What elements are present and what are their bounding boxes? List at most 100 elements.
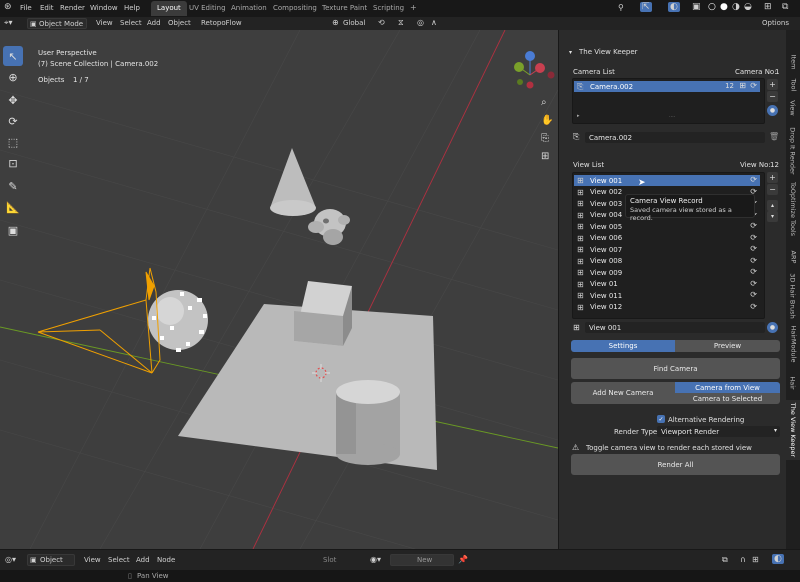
alt-rendering-checkbox[interactable]: ✓ (657, 415, 665, 423)
render-all-button[interactable]: Render All (571, 454, 780, 475)
node-menu-add[interactable]: Add (136, 556, 150, 564)
scene-icon[interactable]: ⊞ (764, 2, 772, 12)
view-list-item[interactable]: ⊞ View 01 ⟳ (574, 279, 760, 290)
blender-logo-icon[interactable]: ⊛ (4, 2, 12, 12)
shading-solid-icon[interactable]: ● (720, 2, 728, 12)
options-dropdown[interactable]: Options (762, 19, 789, 27)
move-tool-icon[interactable]: ✥ (3, 90, 23, 110)
view-move-up-icon[interactable]: ▴ (767, 200, 778, 211)
cursor-tool-icon[interactable]: ⊕ (3, 67, 23, 87)
cone-object[interactable] (270, 148, 316, 216)
tab-texture-paint[interactable]: Texture Paint (322, 4, 367, 12)
panel-collapse-icon[interactable]: ▾ (569, 49, 572, 56)
scale-tool-icon[interactable]: ⬚ (3, 132, 23, 152)
sidebar-tab[interactable]: 3D Hair Brush (786, 273, 800, 318)
node-editor-type-icon[interactable]: ◎▾ (5, 555, 16, 564)
menu-select[interactable]: Select (120, 19, 142, 27)
tab-settings[interactable]: Settings (571, 340, 675, 352)
add-new-camera-button[interactable]: Add New Camera (571, 382, 675, 404)
3d-viewport[interactable]: User Perspective (7) Scene Collection | … (0, 30, 558, 549)
view-list-item[interactable]: ⊞ View 006 ⟳ (574, 233, 760, 244)
cube-object[interactable] (294, 281, 352, 346)
xray-icon[interactable]: ▣ (692, 2, 701, 12)
view-list-item[interactable]: ⊞ View 011 ⟳ (574, 290, 760, 301)
node-menu-view[interactable]: View (84, 556, 101, 564)
sidebar-tab[interactable]: ToOptimize Tools (786, 178, 800, 240)
list-expand-icon[interactable]: ▸ (577, 113, 580, 119)
sidebar-tab[interactable]: Hair (786, 370, 800, 396)
zoom-icon[interactable]: ⌕ (541, 97, 547, 108)
view-name-field[interactable]: View 001 (585, 322, 765, 333)
menu-view[interactable]: View (96, 19, 113, 27)
view-record-icon[interactable]: ⟳ (750, 302, 757, 311)
menu-window[interactable]: Window (90, 4, 118, 12)
camera-view-icon[interactable]: ⎘ (541, 133, 549, 144)
menu-add[interactable]: Add (147, 19, 161, 27)
view-record-icon[interactable]: ⟳ (750, 256, 757, 265)
new-material-button[interactable]: New (390, 554, 454, 566)
annotate-tool-icon[interactable]: ✎ (3, 176, 23, 196)
add-cube-tool-icon[interactable]: ▣ (3, 220, 23, 240)
gizmo-toggle-icon[interactable]: ⇱ (640, 2, 652, 12)
sphere-object[interactable] (148, 290, 208, 352)
view-camera-toggle-icon[interactable]: ● (767, 322, 778, 333)
sidebar-tab[interactable]: Tool (786, 75, 800, 95)
sidebar-tab[interactable]: Drop It Render (786, 127, 800, 174)
camera-list-item[interactable]: ⎘ Camera.002 12 ⊞ ⟳ (574, 81, 760, 92)
find-camera-button[interactable]: Find Camera (571, 358, 780, 379)
pivot-icon[interactable]: ⚲ (618, 3, 624, 12)
proportional-edit-icon[interactable]: ◎ (417, 18, 424, 27)
object-dropdown[interactable]: ▣ Object (27, 554, 75, 566)
view-list-item[interactable]: ⊞ View 008 ⟳ (574, 256, 760, 267)
navigation-gizmo[interactable] (514, 51, 555, 89)
select-tool-icon[interactable]: ↖ (3, 46, 23, 66)
list-resize-handle[interactable]: ···· (669, 114, 675, 120)
snap-node-icon[interactable]: ⧉ (722, 555, 728, 565)
pivot-point-icon[interactable]: ⟲ (378, 18, 385, 27)
menu-object[interactable]: Object (168, 19, 191, 27)
camera-from-view-option[interactable]: Camera from View (675, 382, 780, 393)
editor-type-icon[interactable]: ⌖▾ (4, 18, 13, 28)
view-record-icon[interactable]: ⟳ (750, 221, 757, 230)
monkey-object[interactable] (308, 209, 350, 245)
node-overlay-icon[interactable]: ⊞ (752, 555, 759, 564)
tab-layout[interactable]: Layout (151, 1, 187, 16)
camera-to-selected-option[interactable]: Camera to Selected (675, 393, 780, 404)
overlay-toggle-icon[interactable]: ◐ (668, 2, 680, 12)
node-menu-select[interactable]: Select (108, 556, 130, 564)
view-remove-button[interactable]: − (767, 184, 778, 195)
view-record-icon[interactable]: ⟳ (750, 233, 757, 242)
node-menu-node[interactable]: Node (157, 556, 175, 564)
material-icon[interactable]: ◉▾ (370, 555, 381, 564)
view-list-item[interactable]: ⊞ View 007 ⟳ (574, 244, 760, 255)
camera-list[interactable]: ⎘ Camera.002 12 ⊞ ⟳ ▸ ···· (572, 78, 765, 124)
camera-remove-button[interactable]: − (767, 91, 778, 102)
mode-dropdown[interactable]: ▣ Object Mode (27, 18, 87, 29)
tab-animation[interactable]: Animation (231, 4, 267, 12)
view-list-item[interactable]: ⊞ View 005 ⟳ (574, 221, 760, 232)
view-record-icon[interactable]: ⟳ (750, 267, 757, 276)
menu-edit[interactable]: Edit (40, 4, 54, 12)
tab-compositing[interactable]: Compositing (273, 4, 317, 12)
measure-tool-icon[interactable]: 📐 (3, 197, 23, 217)
transform-orientation-icon[interactable]: ⊕ (332, 18, 339, 27)
grid-toggle-icon[interactable]: ⊞ (541, 151, 549, 162)
menu-render[interactable]: Render (60, 4, 85, 12)
pin-icon[interactable]: 📌 (458, 555, 468, 564)
cylinder-object[interactable] (336, 380, 400, 465)
view-record-icon[interactable]: ⟳ (750, 244, 757, 253)
render-type-dropdown[interactable]: Viewport Render ▾ (657, 426, 780, 437)
sidebar-tab[interactable]: The View Keeper (786, 400, 800, 460)
camera-delete-icon[interactable]: 🗑 (769, 132, 779, 141)
tab-preview[interactable]: Preview (675, 340, 780, 352)
view-record-icon[interactable]: ⟳ (750, 175, 757, 184)
view-add-button[interactable]: + (767, 172, 778, 183)
slot-dropdown[interactable]: Slot (323, 556, 336, 564)
view-list-item[interactable]: ⊞ View 009 ⟳ (574, 267, 760, 278)
sidebar-tab[interactable]: Item (786, 52, 800, 72)
sidebar-tab[interactable]: ARP (786, 244, 800, 270)
camera-add-button[interactable]: + (767, 79, 778, 90)
pan-hand-icon[interactable]: ✋ (541, 115, 553, 126)
sidebar-tab[interactable]: HairModule (786, 322, 800, 366)
view-record-icon[interactable]: ⟳ (750, 279, 757, 288)
